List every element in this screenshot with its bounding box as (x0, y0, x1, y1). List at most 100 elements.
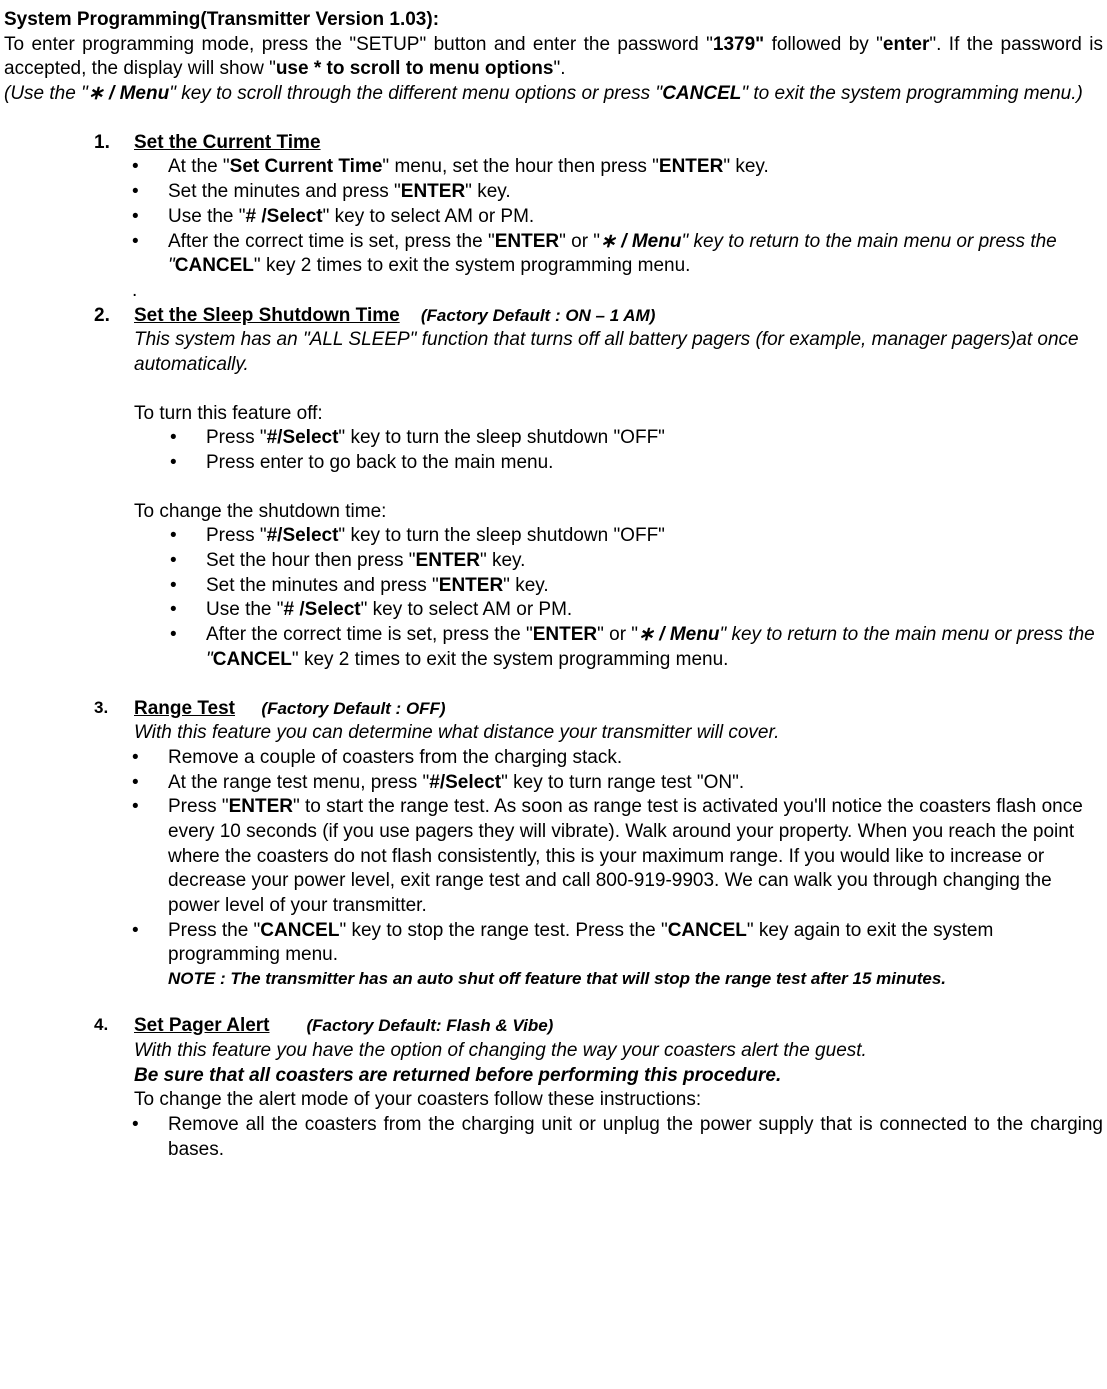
text: Remove a couple of coasters from the cha… (168, 746, 622, 771)
section-number: 2. (94, 304, 134, 329)
bullet-icon: • (132, 230, 168, 279)
text: " key to select AM or PM. (323, 206, 535, 227)
text: ENTER (495, 231, 559, 252)
text: Press "#/Select" key to turn the sleep s… (206, 524, 665, 549)
list-item: • Use the "# /Select" key to select AM o… (170, 598, 1103, 623)
section-title: Range Test (134, 698, 235, 719)
text: At the "Set Current Time" menu, set the … (168, 155, 769, 180)
bullet-icon: • (170, 574, 206, 599)
list-item: • Press "#/Select" key to turn the sleep… (170, 426, 1103, 451)
list-item: • Use the "# /Select" key to select AM o… (132, 205, 1103, 230)
text: " or " (559, 231, 600, 252)
text: Set the hour then press "ENTER" key. (206, 549, 525, 574)
list-item: • Set the hour then press "ENTER" key. (170, 549, 1103, 574)
text: (Use the " (4, 83, 88, 104)
text: #/Select (267, 427, 339, 448)
section-3-header: 3. Range Test (Factory Default : OFF) (94, 697, 1103, 722)
list-item: • At the range test menu, press "#/Selec… (132, 771, 1103, 796)
bullet-icon: • (170, 524, 206, 549)
bullet-icon: • (132, 1113, 168, 1162)
text: CANCEL (662, 83, 741, 104)
text: ENTER (416, 550, 480, 571)
text: Use the " (168, 206, 246, 227)
list-item: • Press "ENTER" to start the range test.… (132, 795, 1103, 918)
section-title: Set Pager Alert (134, 1015, 270, 1036)
text: Press the " (168, 920, 260, 941)
text: ". (553, 58, 565, 79)
text: After the correct time is set, press the… (168, 231, 495, 252)
text: Use the " (206, 599, 284, 620)
list-item: • At the "Set Current Time" menu, set th… (132, 155, 1103, 180)
bullet-icon: • (170, 426, 206, 451)
text: " key. (503, 575, 548, 596)
text: " to start the range test. As soon as ra… (168, 796, 1083, 916)
bullet-icon: • (132, 746, 168, 771)
text: Remove all the coasters from the chargin… (168, 1113, 1103, 1162)
text: followed by " (764, 34, 883, 55)
list-item: • Press "#/Select" key to turn the sleep… (170, 524, 1103, 549)
text: CANCEL (260, 920, 339, 941)
text: 1379" (713, 34, 764, 55)
text: To change the alert mode of your coaster… (134, 1088, 1103, 1113)
bullet-icon: • (170, 598, 206, 623)
text: Press the "CANCEL" key to stop the range… (168, 919, 1103, 990)
section-description: With this feature you can determine what… (134, 721, 1103, 746)
bullet-icon: • (132, 919, 168, 990)
text: ENTER (533, 624, 597, 645)
warning: Be sure that all coasters are returned b… (134, 1064, 1103, 1089)
section-2-header: 2. Set the Sleep Shutdown Time (Factory … (94, 304, 1103, 329)
list-item: • Set the minutes and press "ENTER" key. (170, 574, 1103, 599)
bullet-icon: • (170, 549, 206, 574)
text: enter (883, 34, 929, 55)
text: Set the minutes and press " (206, 575, 439, 596)
text: ∗ / Menu (600, 231, 681, 252)
text: use * to scroll to menu options (276, 58, 554, 79)
text: CANCEL (175, 255, 254, 276)
text: " key to select AM or PM. (361, 599, 573, 620)
text: " key to stop the range test. Press the … (339, 920, 667, 941)
text: " to exit the system programming menu.) (741, 83, 1082, 104)
text: " key to scroll through the different me… (169, 83, 662, 104)
bullet-icon: • (132, 795, 168, 918)
bullet-icon: • (132, 771, 168, 796)
list-item: • Press the "CANCEL" key to stop the ran… (132, 919, 1103, 990)
text: " key. (480, 550, 525, 571)
text: Press enter to go back to the main menu. (206, 451, 553, 476)
text: Set the minutes and press " (168, 181, 401, 202)
text: CANCEL (213, 649, 292, 670)
text: ENTER (659, 156, 723, 177)
text: Press "#/Select" key to turn the sleep s… (206, 426, 665, 451)
text: To enter programming mode, press the "SE… (4, 34, 713, 55)
text: At the range test menu, press " (168, 772, 429, 793)
text: Press "ENTER" to start the range test. A… (168, 795, 1103, 918)
text: #/Select (267, 525, 339, 546)
text: Set Current Time (230, 156, 383, 177)
text: At the " (168, 156, 230, 177)
section-title: Set the Sleep Shutdown Time (134, 305, 400, 326)
text: After the correct time is set, press the… (206, 623, 1103, 672)
text: # /Select (284, 599, 361, 620)
bullet-icon: • (132, 205, 168, 230)
text: Press " (206, 525, 267, 546)
text: " key 2 times to exit the system program… (254, 255, 691, 276)
section-description: This system has an "ALL SLEEP" function … (134, 328, 1103, 377)
text: Set the hour then press " (206, 550, 416, 571)
text: " key. (723, 156, 768, 177)
text: ENTER (439, 575, 503, 596)
text: " key to turn range test "ON". (501, 772, 744, 793)
text: Press " (206, 427, 267, 448)
text: " menu, set the hour then press " (382, 156, 658, 177)
section-number: 1. (94, 131, 134, 156)
intro-line-2: (Use the "∗ / Menu" key to scroll throug… (4, 82, 1103, 107)
text: ∗ / Menu (638, 624, 719, 645)
section-default: (Factory Default: Flash & Vibe) (306, 1016, 553, 1035)
list-item: • Remove all the coasters from the charg… (132, 1113, 1103, 1162)
bullet-icon: • (170, 623, 206, 672)
text: #/Select (429, 772, 501, 793)
page-title: System Programming(Transmitter Version 1… (4, 8, 1103, 33)
bullet-icon: • (132, 155, 168, 180)
note: NOTE : The transmitter has an auto shut … (168, 968, 1103, 990)
text: " key. (465, 181, 510, 202)
list-item: • After the correct time is set, press t… (132, 230, 1103, 279)
text: ENTER (229, 796, 293, 817)
